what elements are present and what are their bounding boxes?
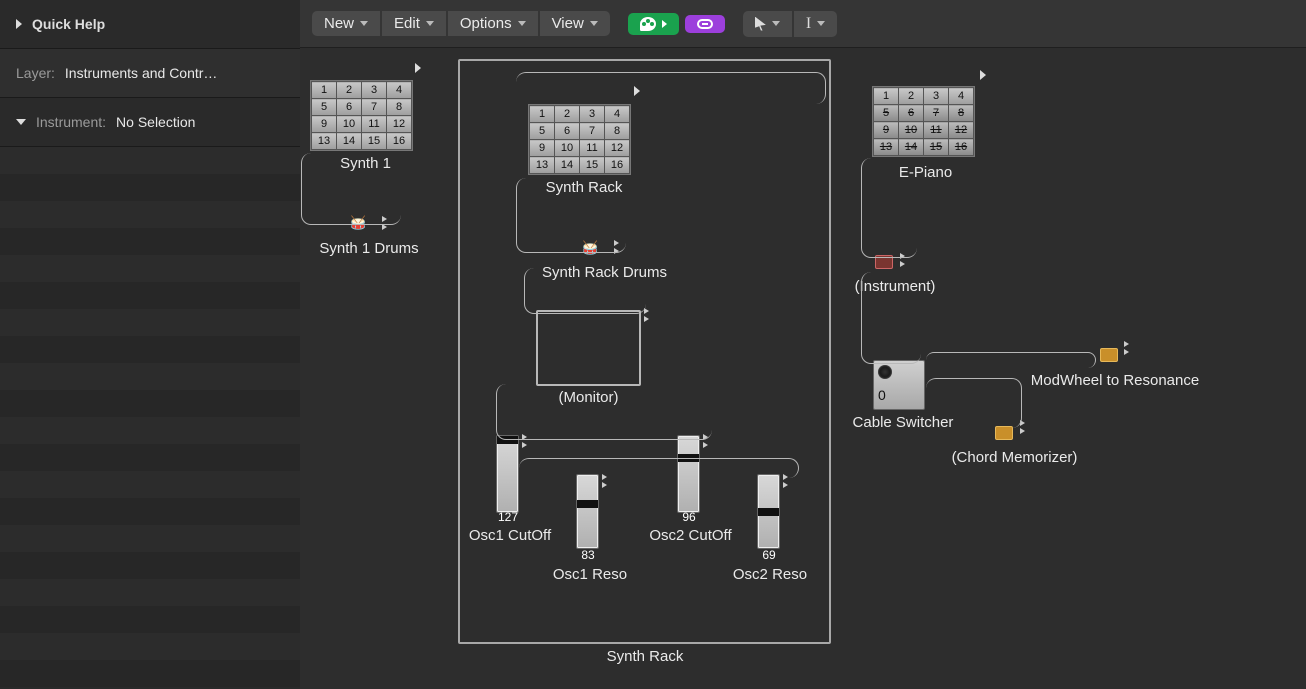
menu-options[interactable]: Options <box>448 11 538 36</box>
socket-icon <box>878 365 892 379</box>
color-palette-button[interactable] <box>628 13 679 35</box>
object-io <box>522 434 530 448</box>
chord-memorizer-label: (Chord Memorizer) <box>932 449 1097 466</box>
object-io <box>382 216 390 230</box>
chevron-down-icon <box>518 21 526 26</box>
fader-osc1-reso-label: Osc1 Reso <box>540 566 640 583</box>
sidebar: Quick Help Layer: Instruments and Contr…… <box>0 0 300 689</box>
chevron-right-icon <box>16 19 22 29</box>
chevron-right-icon <box>662 20 667 28</box>
object-io <box>900 253 908 267</box>
drums-icon: 🥁 <box>582 240 598 256</box>
object-io <box>602 474 610 488</box>
object-instrument[interactable] <box>875 255 893 269</box>
synth-rack-label: Synth Rack <box>534 179 634 196</box>
instrument-value: No Selection <box>116 114 195 130</box>
fader-osc2-cutoff-value: 96 <box>675 510 703 524</box>
quick-help-header[interactable]: Quick Help <box>0 0 300 49</box>
object-cable-switcher[interactable]: 0 <box>873 360 925 410</box>
synth1-label: Synth 1 <box>318 155 413 172</box>
play-icon <box>634 86 640 96</box>
synth1-drums-label: Synth 1 Drums <box>304 240 434 257</box>
fader-osc2-reso[interactable] <box>757 474 780 549</box>
instrument-label-node: (Instrument) <box>840 278 950 295</box>
fader-osc1-cutoff[interactable] <box>496 435 519 513</box>
menu-view[interactable]: View <box>540 11 610 36</box>
object-io <box>1020 420 1028 434</box>
toolbar: New Edit Options View I <box>300 0 1306 48</box>
environment-canvas[interactable]: Synth Rack 12345678910111213141516 Synth… <box>300 48 1306 689</box>
tool-pointer[interactable] <box>743 11 792 37</box>
drums-icon: 🥁 <box>350 215 366 231</box>
instrument-label: Instrument: <box>36 114 106 130</box>
object-modwheel[interactable] <box>1100 348 1118 362</box>
object-synth1[interactable]: 12345678910111213141516 <box>310 80 413 151</box>
group-label: Synth Rack <box>570 648 720 665</box>
fader-osc2-reso-value: 69 <box>755 548 783 562</box>
object-epiano[interactable]: 12345678910111213141516 <box>872 86 975 157</box>
object-io <box>644 308 652 322</box>
menu-edit[interactable]: Edit <box>382 11 446 36</box>
link-button[interactable] <box>685 15 725 33</box>
fader-osc1-cutoff-value: 127 <box>494 510 522 524</box>
link-icon <box>697 19 713 29</box>
chevron-down-icon <box>360 21 368 26</box>
pointer-icon <box>755 17 766 31</box>
palette-icon <box>640 17 656 31</box>
text-cursor-icon: I <box>806 15 811 33</box>
menu-new[interactable]: New <box>312 11 380 36</box>
chevron-down-icon <box>590 21 598 26</box>
object-monitor[interactable] <box>536 310 641 386</box>
play-icon <box>415 63 421 73</box>
play-icon <box>980 70 986 80</box>
object-io <box>703 434 711 448</box>
chevron-down-icon <box>426 21 434 26</box>
instrument-row[interactable]: Instrument: No Selection <box>0 98 300 147</box>
tool-text[interactable]: I <box>794 11 837 37</box>
sidebar-empty-list <box>0 147 300 689</box>
object-io <box>1124 341 1132 355</box>
fader-osc2-cutoff[interactable] <box>677 435 700 513</box>
layer-value: Instruments and Contr… <box>65 65 218 81</box>
fader-osc2-reso-label: Osc2 Reso <box>720 566 820 583</box>
fader-osc1-reso-value: 83 <box>574 548 602 562</box>
layer-row[interactable]: Layer: Instruments and Contr… <box>0 49 300 98</box>
fader-osc2-cutoff-label: Osc2 CutOff <box>638 527 743 544</box>
fader-osc1-reso[interactable] <box>576 474 599 549</box>
fader-osc1-cutoff-label: Osc1 CutOff <box>460 527 560 544</box>
cable-switcher-value: 0 <box>878 387 886 403</box>
chevron-down-icon <box>772 21 780 26</box>
synth-rack-drums-label: Synth Rack Drums <box>522 264 687 281</box>
object-synth-rack[interactable]: 12345678910111213141516 <box>528 104 631 175</box>
object-chord-memorizer[interactable] <box>995 426 1013 440</box>
monitor-label: (Monitor) <box>536 389 641 406</box>
epiano-label: E-Piano <box>878 164 973 181</box>
object-io <box>614 240 622 254</box>
cable-switcher-label: Cable Switcher <box>838 414 968 431</box>
chevron-down-icon <box>817 21 825 26</box>
object-io <box>783 474 791 488</box>
chevron-down-icon <box>16 119 26 125</box>
quick-help-title: Quick Help <box>32 16 105 32</box>
layer-label: Layer: <box>16 65 55 81</box>
modwheel-label: ModWheel to Resonance <box>1010 372 1220 389</box>
